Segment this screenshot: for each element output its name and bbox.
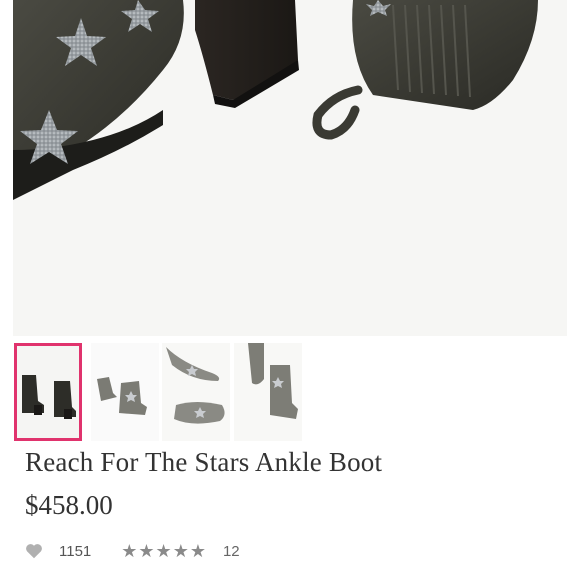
- product-hero-image[interactable]: [13, 0, 567, 336]
- thumbnail-strip: [14, 343, 314, 443]
- product-title: Reach For The Stars Ankle Boot: [25, 447, 383, 477]
- thumbnail-3[interactable]: [162, 343, 230, 441]
- thumbnail-1[interactable]: [14, 343, 82, 441]
- thumbnail-4[interactable]: [234, 343, 302, 441]
- review-count[interactable]: 12: [223, 543, 240, 560]
- heart-icon: [26, 544, 42, 559]
- like-count: 1151: [59, 542, 92, 560]
- rating-stars[interactable]: ★ ★ ★ ★ ★: [121, 542, 207, 560]
- star-icon: ★: [172, 541, 189, 561]
- boot-photo-icon: [13, 0, 567, 336]
- product-meta: 1151 ★ ★ ★ ★ ★ 12: [25, 540, 240, 562]
- boot-pair-thumbnail-icon: [14, 343, 82, 441]
- star-icon: ★: [155, 541, 172, 561]
- boot-detail-thumbnail-icon: [162, 343, 230, 441]
- star-icon: ★: [189, 541, 206, 561]
- boot-flatlay-thumbnail-icon: [234, 343, 302, 441]
- product-price: $458.00: [25, 490, 113, 520]
- star-icon: ★: [121, 541, 138, 561]
- thumbnail-2[interactable]: [91, 343, 159, 441]
- star-icon: ★: [138, 541, 155, 561]
- boot-side-thumbnail-icon: [91, 343, 159, 441]
- like-button[interactable]: 1151: [25, 543, 91, 560]
